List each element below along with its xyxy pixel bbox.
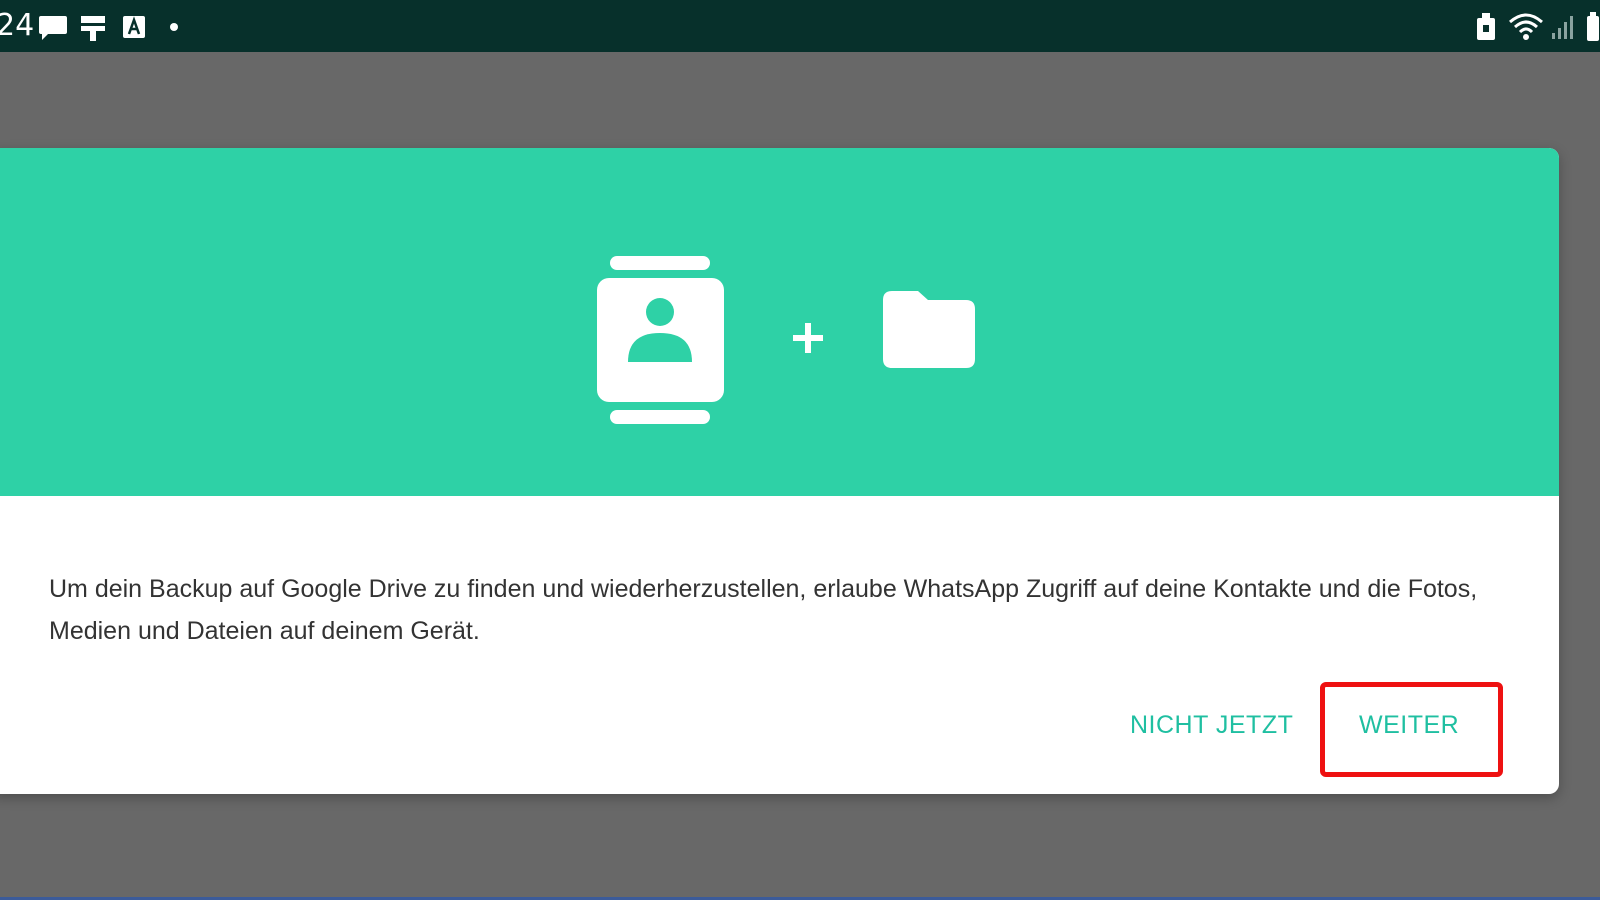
signal-icon xyxy=(1552,16,1573,39)
plus-icon xyxy=(793,323,823,353)
status-time: 24 xyxy=(0,8,35,43)
keyboard-icon xyxy=(123,16,145,38)
illustration xyxy=(597,256,975,424)
dot-icon xyxy=(170,23,178,31)
message-icon xyxy=(39,16,67,40)
tools-icon xyxy=(81,16,105,41)
contacts-icon xyxy=(597,256,724,424)
battery-icon xyxy=(1587,12,1599,41)
not-now-button[interactable]: NICHT JETZT xyxy=(1130,710,1293,740)
wifi-icon xyxy=(1509,13,1543,40)
status-bar: 24 xyxy=(0,0,1600,52)
folder-icon xyxy=(883,291,975,368)
lock-icon xyxy=(1477,13,1495,40)
dialog-message: Um dein Backup auf Google Drive zu finde… xyxy=(49,575,1478,645)
highlight-box xyxy=(1320,682,1503,777)
